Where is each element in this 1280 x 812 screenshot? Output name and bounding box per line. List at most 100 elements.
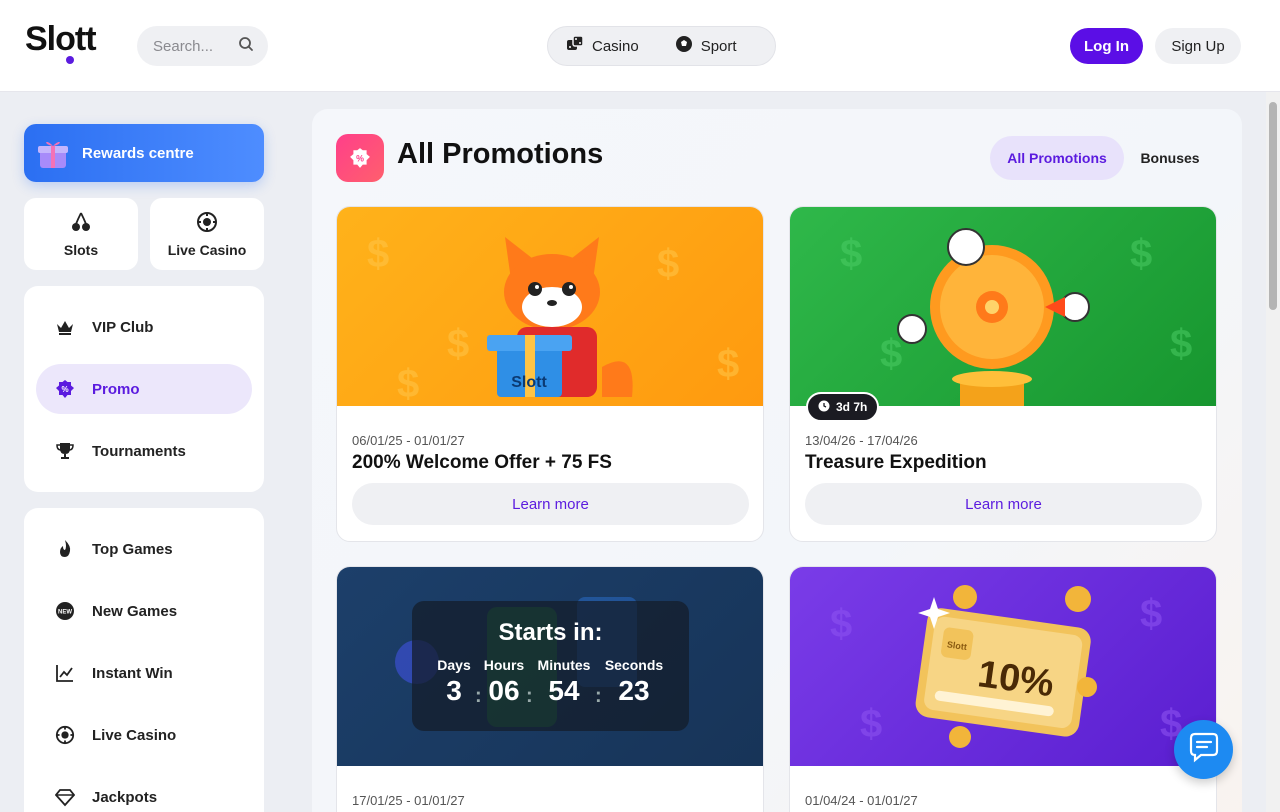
tile-slots-label: Slots: [63, 241, 99, 258]
new-badge-icon: NEW: [54, 600, 76, 622]
countdown-title: Starts in:: [498, 619, 603, 646]
svg-text:$: $: [830, 602, 852, 646]
svg-text:$: $: [447, 322, 469, 366]
rewards-label: Rewards centre: [82, 144, 194, 162]
sidebar-item-label: Tournaments: [92, 442, 186, 460]
chip-icon: [54, 724, 76, 746]
chart-up-icon: [54, 662, 76, 684]
svg-text:$: $: [1130, 232, 1152, 276]
chat-bubble-icon: [1187, 730, 1221, 769]
filter-all-promotions[interactable]: All Promotions: [990, 136, 1124, 180]
flame-icon: [54, 538, 76, 560]
svg-text:NEW: NEW: [58, 610, 72, 616]
search-input[interactable]: [153, 37, 223, 55]
search-box[interactable]: [137, 26, 268, 66]
tile-slots[interactable]: Slots: [24, 198, 138, 270]
svg-text:$: $: [657, 242, 679, 286]
logo-dot: [66, 56, 74, 64]
svg-text:$: $: [717, 342, 739, 386]
promo-card-treasure[interactable]: $ $ $ $ 3d 7h 13/04/26 - 17/04/26 Treasure …: [789, 206, 1217, 542]
countdown-label: Minutes: [537, 657, 591, 673]
promo-card-countdown[interactable]: Starts in: Days 3 : Hours 06 : Minutes 5…: [336, 566, 764, 812]
toggle-sport-label: Sport: [700, 37, 737, 55]
countdown-label: Hours: [483, 657, 525, 673]
svg-text:$: $: [840, 232, 862, 276]
promo-date: 06/01/25 - 01/01/27: [352, 433, 465, 448]
promo-card-welcome[interactable]: $ $ $ $ $ Slott 06/01/25 - 01/01/27 200% Wel…: [336, 206, 764, 542]
scrollbar-thumb[interactable]: [1269, 102, 1277, 310]
svg-text:$: $: [1170, 322, 1192, 366]
soccer-ball-icon: [675, 35, 693, 57]
promo-date: 01/04/24 - 01/01/27: [805, 793, 918, 808]
promo-header-icon: %: [336, 134, 384, 182]
chip-icon: [196, 211, 218, 236]
sidebar-item-label: Live Casino: [92, 726, 177, 744]
page-scrollbar[interactable]: [1266, 92, 1280, 812]
filter-bonuses[interactable]: Bonuses: [1128, 136, 1212, 180]
learn-more-button[interactable]: Learn more: [805, 483, 1202, 525]
signup-button[interactable]: Sign Up: [1155, 28, 1241, 64]
sidebar-item-vip-club[interactable]: VIP Club: [36, 302, 252, 352]
learn-more-button[interactable]: Learn more: [352, 483, 749, 525]
sidebar-item-label: VIP Club: [92, 318, 154, 336]
top-header: Slott Casino Sport Log In Sign Up: [0, 0, 1280, 92]
svg-text:$: $: [397, 362, 419, 406]
promo-date: 17/01/25 - 01/01/27: [352, 793, 465, 808]
promo-card-cashback[interactable]: $ $ $ $ Slott 10% 01/04/24 - 01/01/27: [789, 566, 1217, 812]
sidebar-item-instant-win[interactable]: Instant Win: [36, 648, 252, 698]
sidebar-item-label: Jackpots: [92, 788, 158, 806]
svg-text:%: %: [356, 153, 364, 163]
toggle-sport[interactable]: Sport: [657, 27, 755, 65]
svg-text:$: $: [880, 332, 902, 376]
casino-sport-toggle: Casino Sport: [547, 26, 776, 66]
cherries-icon: [70, 211, 92, 236]
svg-text:$: $: [367, 232, 389, 276]
sidebar-item-label: Instant Win: [92, 664, 173, 682]
sidebar-item-jackpots[interactable]: Jackpots: [36, 772, 252, 812]
promo-image-cashback: $ $ $ $ Slott 10%: [790, 567, 1216, 766]
crown-icon: [54, 316, 76, 338]
timer-text: 3d 7h: [836, 400, 868, 414]
countdown-minutes: Minutes 54: [532, 657, 596, 707]
promo-image-countdown: Starts in: Days 3 : Hours 06 : Minutes 5…: [337, 567, 763, 766]
sidebar-item-top-games[interactable]: Top Games: [36, 524, 252, 574]
promo-title: Treasure Expedition: [805, 452, 987, 473]
toggle-casino-label: Casino: [592, 37, 639, 55]
login-button[interactable]: Log In: [1070, 28, 1143, 64]
svg-text:%: %: [61, 385, 68, 394]
clock-icon: [818, 400, 830, 415]
svg-text:$: $: [860, 702, 882, 746]
chat-button[interactable]: [1174, 720, 1233, 779]
tile-live-casino-label: Live Casino: [167, 241, 247, 258]
percent-icon: %: [54, 378, 76, 400]
sidebar-item-label: Top Games: [92, 540, 173, 558]
countdown-label: Seconds: [604, 657, 664, 673]
sidebar-item-label: Promo: [92, 380, 140, 398]
sidebar-item-promo[interactable]: % Promo: [36, 364, 252, 414]
dice-icon: [566, 35, 584, 57]
sidebar-item-label: New Games: [92, 602, 178, 620]
rewards-centre-button[interactable]: Rewards centre: [24, 124, 264, 182]
gift-icon: [34, 134, 72, 172]
search-icon[interactable]: [238, 36, 254, 57]
box-brand-text: Slott: [511, 374, 547, 391]
sidebar-item-new-games[interactable]: NEW New Games: [36, 586, 252, 636]
sidebar-item-tournaments[interactable]: Tournaments: [36, 426, 252, 476]
logo[interactable]: Slott: [25, 20, 97, 59]
sidebar-games-nav: Top Games NEW New Games Instant Win Live…: [24, 508, 264, 812]
countdown-box: Starts in: Days 3 : Hours 06 : Minutes 5…: [412, 601, 689, 731]
promo-date: 13/04/26 - 17/04/26: [805, 433, 918, 448]
countdown-separator: :: [595, 685, 602, 707]
tile-live-casino[interactable]: Live Casino: [150, 198, 264, 270]
timer-badge: 3d 7h: [806, 392, 880, 422]
countdown-value: 23: [618, 675, 650, 706]
sidebar-item-live-casino[interactable]: Live Casino: [36, 710, 252, 760]
promo-image-fox: $ $ $ $ $ Slott: [337, 207, 763, 406]
promo-title: 200% Welcome Offer + 75 FS: [352, 452, 612, 473]
promo-image-wheel: $ $ $ $: [790, 207, 1216, 406]
countdown-seconds: Seconds 23: [602, 657, 666, 707]
page-title: All Promotions: [397, 138, 604, 170]
trophy-icon: [54, 440, 76, 462]
toggle-casino[interactable]: Casino: [548, 27, 657, 65]
svg-text:$: $: [1140, 592, 1162, 636]
